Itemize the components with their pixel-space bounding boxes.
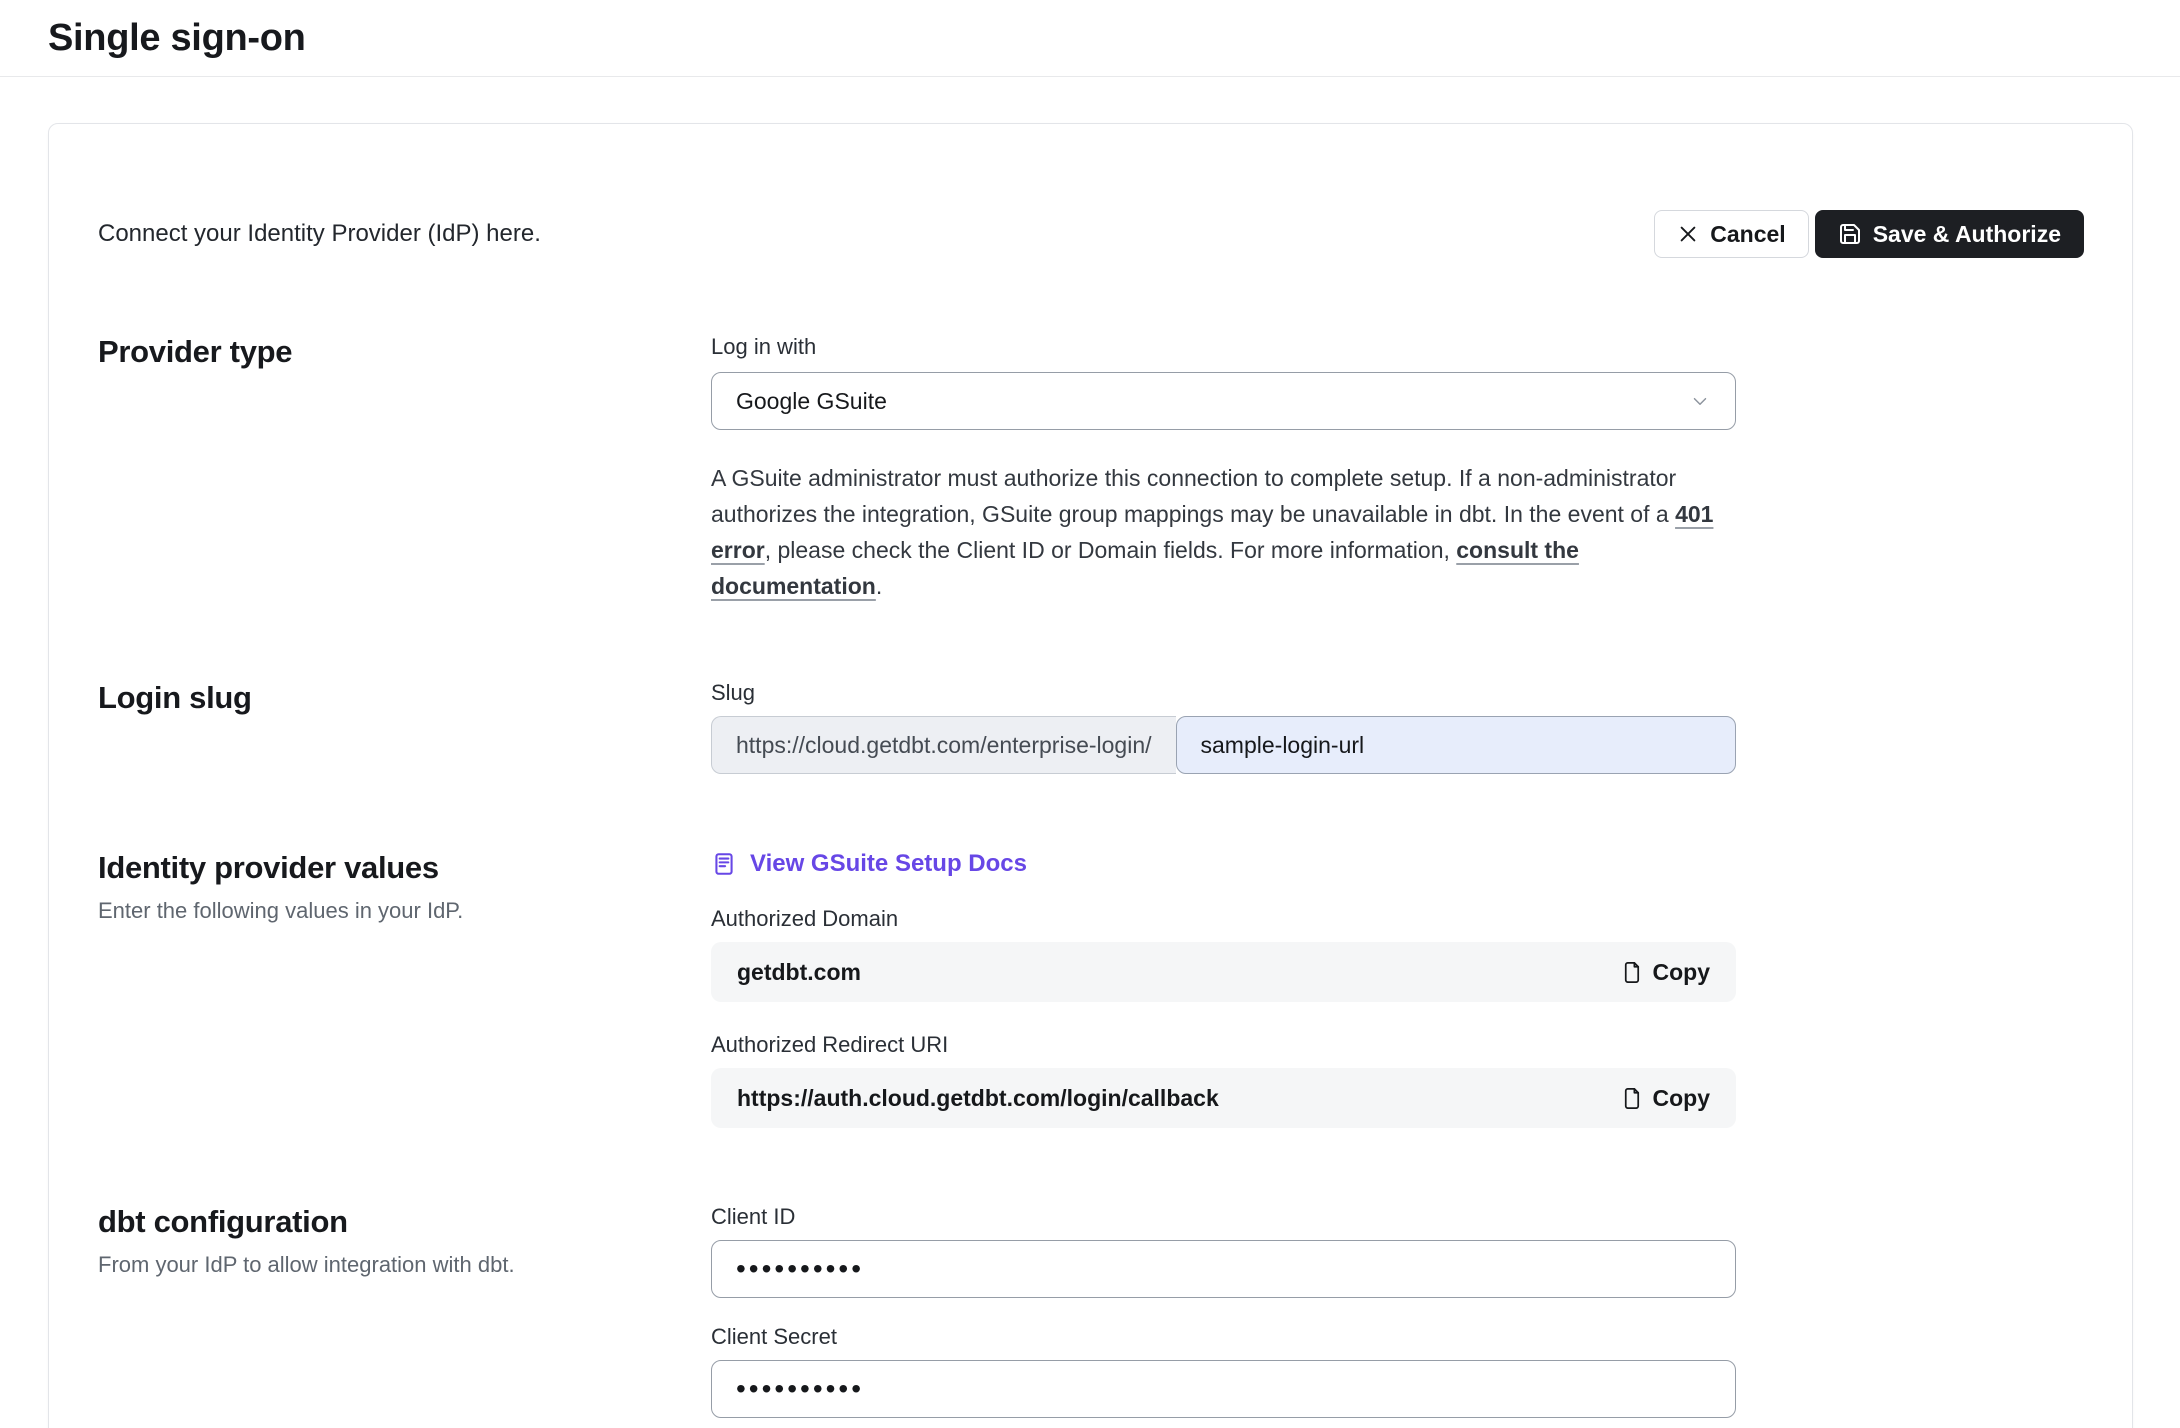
authorized-redirect-uri-box: https://auth.cloud.getdbt.com/login/call…: [711, 1068, 1736, 1128]
copy-button-label: Copy: [1653, 1085, 1711, 1112]
authorized-domain-value: getdbt.com: [737, 959, 861, 986]
slug-label: Slug: [711, 680, 1736, 706]
client-id-input[interactable]: [711, 1240, 1736, 1298]
copy-button-label: Copy: [1653, 959, 1711, 986]
copy-authorized-domain-button[interactable]: Copy: [1620, 959, 1711, 986]
client-secret-label: Client Secret: [711, 1324, 1736, 1350]
idp-values-heading: Identity provider values: [98, 850, 711, 886]
copy-icon: [1620, 961, 1643, 984]
authorized-domain-label: Authorized Domain: [711, 906, 1736, 932]
client-id-label: Client ID: [711, 1204, 1736, 1230]
intro-text: Connect your Identity Provider (IdP) her…: [98, 220, 541, 248]
authorized-redirect-uri-label: Authorized Redirect URI: [711, 1032, 1736, 1058]
page-title: Single sign-on: [48, 17, 306, 60]
idp-values-left: Identity provider values Enter the follo…: [98, 850, 711, 1128]
chevron-down-icon: [1689, 390, 1711, 412]
slug-input[interactable]: [1176, 716, 1736, 774]
login-slug-heading: Login slug: [98, 680, 711, 716]
card-header-row: Connect your Identity Provider (IdP) her…: [98, 210, 2084, 258]
client-id-field-block: Client ID: [711, 1204, 1736, 1298]
dbt-configuration-fields: Client ID Client Secret Google Domain Th…: [711, 1204, 1736, 1428]
authorized-redirect-uri-value: https://auth.cloud.getdbt.com/login/call…: [737, 1085, 1219, 1112]
log-in-with-select[interactable]: Google GSuite: [711, 372, 1736, 430]
notebook-icon: [711, 851, 737, 877]
copy-redirect-uri-button[interactable]: Copy: [1620, 1085, 1711, 1112]
save-authorize-button[interactable]: Save & Authorize: [1815, 210, 2084, 258]
provider-type-left: Provider type: [98, 334, 711, 604]
login-slug-section: Login slug Slug https://cloud.getdbt.com…: [98, 680, 2084, 774]
authorized-domain-field: Authorized Domain getdbt.com Copy: [711, 906, 1736, 1002]
dbt-configuration-section: dbt configuration From your IdP to allow…: [98, 1204, 2084, 1428]
login-slug-left: Login slug: [98, 680, 711, 774]
login-slug-fields: Slug https://cloud.getdbt.com/enterprise…: [711, 680, 1736, 774]
idp-values-fields: View GSuite Setup Docs Authorized Domain…: [711, 850, 1736, 1128]
provider-description: A GSuite administrator must authorize th…: [711, 460, 1736, 604]
authorized-redirect-uri-field: Authorized Redirect URI https://auth.clo…: [711, 1032, 1736, 1128]
authorized-domain-box: getdbt.com Copy: [711, 942, 1736, 1002]
copy-icon: [1620, 1087, 1643, 1110]
provider-type-section: Provider type Log in with Google GSuite …: [98, 334, 2084, 604]
view-gsuite-setup-docs-label: View GSuite Setup Docs: [750, 850, 1027, 878]
sso-settings-card: Connect your Identity Provider (IdP) her…: [48, 123, 2133, 1428]
cancel-button[interactable]: Cancel: [1654, 210, 1808, 258]
idp-values-subtext: Enter the following values in your IdP.: [98, 898, 711, 924]
dbt-configuration-left: dbt configuration From your IdP to allow…: [98, 1204, 711, 1428]
idp-values-section: Identity provider values Enter the follo…: [98, 850, 2084, 1128]
action-buttons: Cancel Save & Authorize: [1654, 210, 2084, 258]
provider-type-heading: Provider type: [98, 334, 711, 370]
log-in-with-label: Log in with: [711, 334, 1736, 360]
view-gsuite-setup-docs-link[interactable]: View GSuite Setup Docs: [711, 850, 1027, 878]
page-header: Single sign-on: [0, 0, 2180, 77]
selected-provider-value: Google GSuite: [736, 388, 887, 415]
x-icon: [1677, 223, 1699, 245]
client-secret-input[interactable]: [711, 1360, 1736, 1418]
description-text-1: A GSuite administrator must authorize th…: [711, 465, 1676, 527]
floppy-save-icon: [1838, 222, 1862, 246]
page-body: Connect your Identity Provider (IdP) her…: [0, 77, 2180, 1428]
description-text-2: , please check the Client ID or Domain f…: [765, 537, 1457, 563]
dbt-configuration-subtext: From your IdP to allow integration with …: [98, 1252, 711, 1278]
provider-type-fields: Log in with Google GSuite A GSuite admin…: [711, 334, 1736, 604]
save-authorize-button-label: Save & Authorize: [1873, 221, 2061, 248]
slug-field-group: https://cloud.getdbt.com/enterprise-logi…: [711, 716, 1736, 774]
description-text-3: .: [876, 573, 882, 599]
client-secret-field-block: Client Secret: [711, 1324, 1736, 1418]
cancel-button-label: Cancel: [1710, 221, 1785, 248]
slug-url-prefix: https://cloud.getdbt.com/enterprise-logi…: [711, 716, 1176, 774]
dbt-configuration-heading: dbt configuration: [98, 1204, 711, 1240]
